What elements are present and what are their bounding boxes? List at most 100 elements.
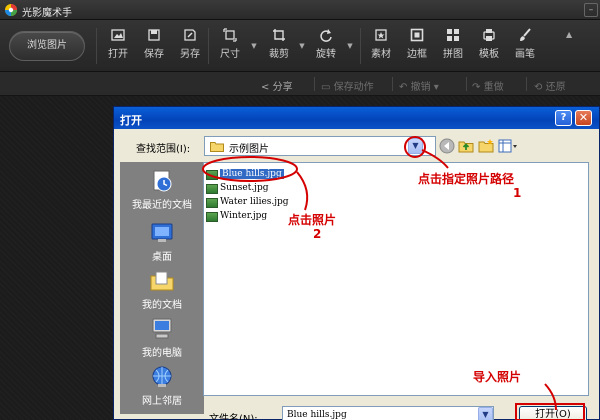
- save-action-label: 保存动作: [333, 82, 374, 93]
- share-icon: <: [261, 82, 270, 93]
- material-icon: [375, 29, 387, 41]
- restore-button[interactable]: ⟲ 还原: [534, 78, 566, 93]
- file-name: Winter.jpg: [220, 211, 268, 221]
- file-name-dropdown-button[interactable]: ▼: [478, 407, 493, 420]
- toolbar-crop-button[interactable]: 裁剪: [261, 27, 297, 67]
- redo-label: 重做: [483, 82, 504, 93]
- toolbar-border-button[interactable]: 边框: [399, 27, 435, 67]
- app-titlebar: 光影魔术手 –: [0, 0, 600, 20]
- template-icon: [483, 29, 495, 41]
- redo-button[interactable]: ↷ 重做: [472, 78, 504, 93]
- file-name-label: 文件名(N):: [209, 414, 258, 420]
- back-icon[interactable]: [439, 138, 455, 154]
- places-bar: 我最近的文档 桌面 我的文档 我的电脑 网上邻居: [120, 162, 204, 414]
- look-in-value: 示例图片: [229, 144, 269, 155]
- toolbar-separator: [208, 28, 209, 64]
- toolbar-more-icon[interactable]: ▲: [566, 30, 572, 39]
- app-logo-icon: [5, 4, 17, 16]
- rotate-icon: [320, 29, 332, 42]
- undo-button[interactable]: ↶ 撤销 ▾: [399, 78, 439, 93]
- open-button[interactable]: 打开(O): [519, 406, 587, 420]
- browse-images-button[interactable]: 浏览图片: [9, 31, 85, 61]
- file-name: Sunset.jpg: [220, 183, 269, 193]
- subbar-separator: [392, 77, 393, 91]
- view-menu-icon[interactable]: [498, 138, 518, 154]
- subbar-separator: [466, 77, 467, 91]
- toolbar-collage-label: 拼图: [443, 49, 463, 60]
- jpg-file-icon: [206, 184, 218, 194]
- save-action-button[interactable]: ▭ 保存动作: [321, 78, 374, 93]
- file-list[interactable]: Blue hills.jpg Sunset.jpg Water lilies.j…: [203, 162, 589, 396]
- annotation-step2-text: 点击照片: [288, 213, 337, 227]
- toolbar-rotate-label: 旋转: [316, 49, 336, 60]
- undo-icon: ↶: [399, 82, 408, 93]
- annotation-step1-text: 点击指定照片路径: [418, 172, 515, 186]
- open-file-dialog: 打开 ? ✕ 查找范围(I): 示例图片 ▼ 我最近的文档 桌面 我的文档 我的…: [113, 106, 600, 420]
- main-toolbar: 浏览图片 打开 保存 另存 尺寸 ▼ 裁剪 ▼ 旋转 ▼ 素材 边框 拼图 模板…: [0, 20, 600, 72]
- redo-icon: ↷: [472, 82, 481, 93]
- place-network[interactable]: 网上邻居: [120, 362, 204, 410]
- jpg-file-icon: [206, 198, 218, 208]
- annotation-step1-number: 1: [513, 186, 522, 200]
- toolbar-resize-button[interactable]: 尺寸: [212, 27, 248, 67]
- place-my-documents[interactable]: 我的文档: [120, 266, 204, 314]
- toolbar-separator: [360, 28, 361, 64]
- place-recent-documents-label: 我最近的文档: [132, 200, 192, 211]
- save-as-icon: [184, 29, 196, 41]
- place-my-computer[interactable]: 我的电脑: [120, 314, 204, 362]
- toolbar-crop-label: 裁剪: [269, 49, 289, 60]
- brush-icon: [520, 28, 531, 41]
- toolbar-resize-label: 尺寸: [220, 49, 240, 60]
- toolbar-brush-button[interactable]: 画笔: [507, 27, 543, 67]
- crop-icon: [273, 29, 285, 41]
- resize-icon: [223, 28, 237, 42]
- dialog-help-button[interactable]: ?: [555, 110, 572, 126]
- toolbar-open-label: 打开: [108, 49, 128, 60]
- rotate-dropdown-caret[interactable]: ▼: [346, 42, 354, 50]
- file-name-input[interactable]: [282, 406, 494, 420]
- jpg-file-icon: [206, 170, 218, 180]
- annotation-step2-number: 2: [313, 227, 322, 241]
- app-title: 光影魔术手: [22, 8, 72, 19]
- undo-label: 撤销: [410, 82, 431, 93]
- resize-dropdown-caret[interactable]: ▼: [250, 42, 258, 50]
- toolbar-brush-label: 画笔: [515, 49, 535, 60]
- dialog-titlebar: 打开 ? ✕: [114, 107, 599, 129]
- my-computer-icon: [152, 318, 172, 339]
- look-in-label: 查找范围(I):: [136, 144, 191, 155]
- open-image-icon: [111, 29, 125, 41]
- place-network-label: 网上邻居: [142, 396, 182, 407]
- look-in-combo[interactable]: 示例图片: [204, 136, 436, 156]
- border-icon: [410, 28, 424, 42]
- toolbar-template-button[interactable]: 模板: [471, 27, 507, 67]
- toolbar-collage-button[interactable]: 拼图: [435, 27, 471, 67]
- toolbar-material-label: 素材: [371, 49, 391, 60]
- toolbar-open-button[interactable]: 打开: [100, 27, 136, 67]
- desktop-icon: [151, 223, 173, 242]
- up-folder-icon[interactable]: [458, 138, 474, 154]
- my-documents-icon: [150, 271, 174, 291]
- share-button[interactable]: < 分享: [261, 78, 293, 93]
- restore-icon: ⟲: [534, 82, 543, 93]
- place-my-documents-label: 我的文档: [142, 300, 182, 311]
- window-minimize-button[interactable]: –: [584, 3, 598, 17]
- toolbar-save-as-label: 另存: [180, 49, 200, 60]
- toolbar-border-label: 边框: [407, 49, 427, 60]
- crop-dropdown-caret[interactable]: ▼: [298, 42, 306, 50]
- look-in-dropdown-button[interactable]: ▼: [408, 138, 423, 154]
- file-name: Water lilies.jpg: [220, 197, 289, 207]
- toolbar-material-button[interactable]: 素材: [363, 27, 399, 67]
- new-folder-icon[interactable]: [478, 138, 494, 154]
- place-recent-documents[interactable]: 我最近的文档: [120, 166, 204, 214]
- toolbar-save-as-button[interactable]: 另存: [172, 27, 208, 67]
- network-places-icon: [152, 366, 172, 387]
- toolbar-rotate-button[interactable]: 旋转: [308, 27, 344, 67]
- save-action-icon: ▭: [321, 82, 331, 93]
- toolbar-save-button[interactable]: 保存: [136, 27, 172, 67]
- dialog-close-button[interactable]: ✕: [575, 110, 592, 126]
- folder-icon: [210, 142, 224, 152]
- recent-documents-icon: [153, 170, 172, 192]
- place-desktop[interactable]: 桌面: [120, 218, 204, 266]
- share-label: 分享: [272, 82, 293, 93]
- save-icon: [148, 29, 160, 41]
